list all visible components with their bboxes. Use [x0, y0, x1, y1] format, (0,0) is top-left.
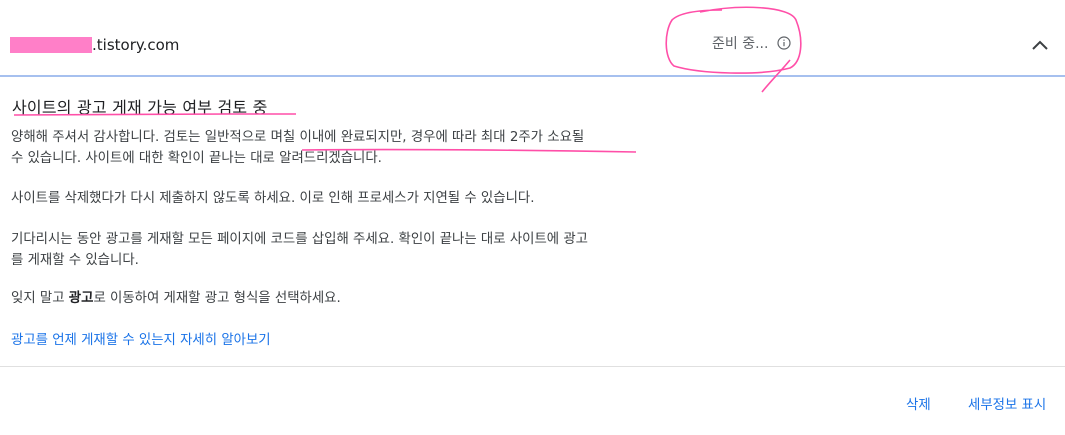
site-card-header[interactable]: .tistory.com 준비 중... — [0, 0, 1065, 76]
site-domain: .tistory.com — [92, 36, 180, 54]
footer-divider — [0, 366, 1065, 367]
delete-button[interactable]: 삭제 — [906, 393, 931, 413]
header-divider — [0, 75, 1065, 77]
review-paragraph-2: 사이트를 삭제했다가 다시 제출하지 않도록 하세요. 이로 인해 프로세스가 … — [11, 191, 535, 206]
ads-menu-mention: 광고 — [68, 291, 94, 306]
site-name: .tistory.com — [10, 34, 179, 56]
review-status: 준비 중... — [712, 33, 792, 53]
learn-more-link[interactable]: 광고를 언제 게재할 수 있는지 자세히 알아보기 — [11, 328, 271, 348]
review-title: 사이트의 광고 게재 가능 여부 검토 중 — [12, 98, 268, 117]
review-paragraph-4: 잊지 말고 광고로 이동하여 게재할 광고 형식을 선택하세요. — [11, 291, 341, 306]
status-text: 준비 중... — [712, 36, 769, 52]
review-paragraph-3: 기다리시는 동안 광고를 게재할 모든 페이지에 코드를 삽입해 주세요. 확인… — [11, 232, 589, 268]
review-paragraph-1: 양해해 주셔서 감사합니다. 검토는 일반적으로 며칠 이내에 완료되지만, 경… — [11, 130, 585, 166]
collapse-button[interactable] — [1027, 32, 1053, 58]
redacted-site-prefix — [10, 37, 92, 53]
chevron-up-icon — [1032, 40, 1048, 50]
info-icon[interactable] — [777, 36, 792, 50]
show-details-button[interactable]: 세부정보 표시 — [968, 393, 1046, 413]
adsense-site-card: .tistory.com 준비 중... 사이트의 광고 게재 가능 여부 검토… — [0, 0, 1065, 435]
